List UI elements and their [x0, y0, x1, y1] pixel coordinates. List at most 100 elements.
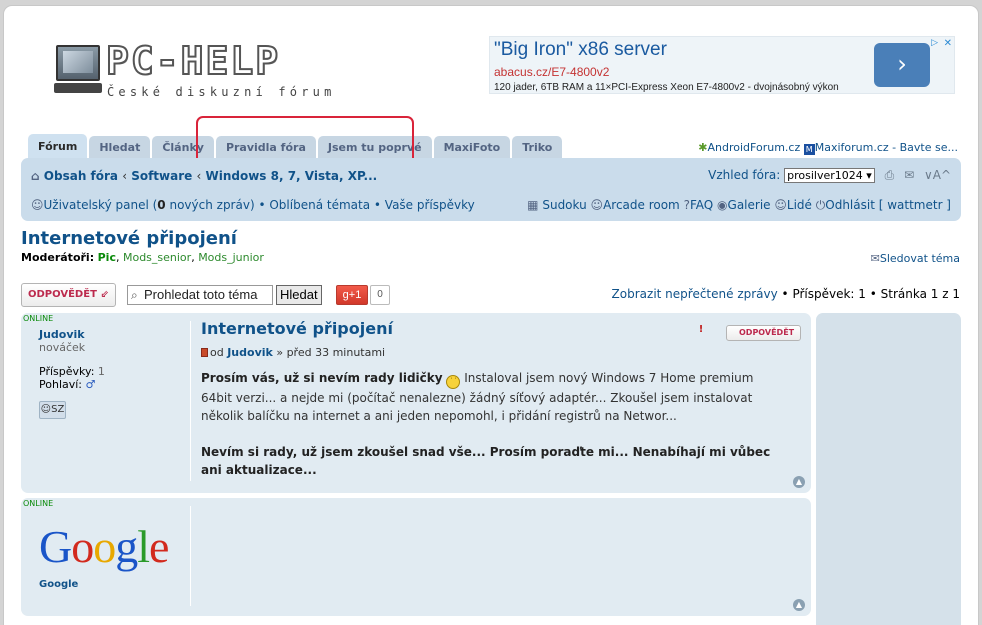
- logo-letter: g: [115, 521, 138, 572]
- favorites-link[interactable]: Oblíbená témata: [269, 198, 370, 212]
- android-icon: ✱: [698, 141, 708, 154]
- post-text-bold-2: Nevím si rady, už jsem zkoušel snad vše.…: [201, 445, 771, 477]
- gallery-icon: ◉: [717, 198, 728, 212]
- watch-topic[interactable]: ✉Sledovat téma: [871, 252, 960, 265]
- site-logo[interactable]: PC-HELP České diskuzní fórum: [54, 38, 354, 103]
- post-title[interactable]: Internetové připojení: [201, 319, 801, 338]
- author-gender-label: Pohlaví:: [39, 378, 83, 391]
- breadcrumb: ⌂ Obsah fóra ‹ Software ‹ Windows 8, 7, …: [31, 169, 377, 183]
- post-meta-prefix: od: [210, 346, 224, 359]
- author-posts-value: 1: [97, 365, 105, 378]
- print-icon[interactable]: ⎙: [885, 168, 895, 182]
- breadcrumb-software[interactable]: Software: [131, 169, 192, 183]
- gallery-link[interactable]: Galerie: [728, 198, 771, 212]
- post-meta: od Judovik » před 33 minutami: [201, 346, 801, 359]
- users-link[interactable]: Lidé: [787, 198, 812, 212]
- partner-links: ✱AndroidForum.cz M Maxiforum.cz - Bavte s…: [698, 141, 958, 155]
- post-profile: Google Google: [21, 506, 191, 606]
- maxiforum-icon: M: [803, 144, 815, 155]
- moderator-senior[interactable]: Mods_senior: [123, 251, 191, 264]
- adchoices-icon[interactable]: ▷: [931, 38, 938, 48]
- email-icon[interactable]: ✉: [904, 168, 914, 182]
- bullet: •: [373, 198, 381, 212]
- moderators-label: Moderátoři:: [21, 251, 95, 264]
- author-link[interactable]: Google: [39, 579, 78, 590]
- private-message-button[interactable]: ☺SZ: [39, 401, 66, 419]
- logo-letter: l: [137, 521, 150, 572]
- author-link[interactable]: Judovik: [39, 328, 85, 341]
- ad-close-icon[interactable]: ✕: [944, 38, 952, 49]
- search-input[interactable]: [144, 287, 272, 302]
- search-button[interactable]: Hledat: [276, 285, 322, 305]
- user-icon: ☺: [40, 404, 52, 415]
- pm-label: SZ: [51, 404, 65, 415]
- keyboard-icon: [54, 83, 102, 93]
- post: ONLINE Google Google ▲: [21, 498, 811, 616]
- gplus-button[interactable]: g+1: [336, 285, 368, 305]
- breadcrumb-windows[interactable]: Windows 8, 7, Vista, XP...: [205, 169, 377, 183]
- back-to-top-icon[interactable]: ▲: [793, 599, 805, 611]
- ad-description: 120 jader, 6TB RAM a 11×PCI-Express Xeon…: [494, 82, 839, 93]
- moderators: Moderátoři: Pic, Mods_senior, Mods_junio…: [21, 251, 264, 264]
- your-posts-link[interactable]: Vaše příspěvky: [385, 198, 475, 212]
- author-gender: Pohlaví: ♂: [39, 378, 95, 391]
- bullet: •: [869, 287, 877, 301]
- author-posts-label: Příspěvky:: [39, 365, 95, 378]
- tab-forum[interactable]: Fórum: [28, 134, 88, 160]
- back-to-top-icon[interactable]: ▲: [793, 476, 805, 488]
- font-size-icon[interactable]: ∨A^: [924, 168, 951, 182]
- unread-link[interactable]: Zobrazit nepřečtené zprávy: [612, 287, 778, 301]
- arcade-link[interactable]: Arcade room: [603, 198, 680, 212]
- reply-icon: ⇙: [100, 289, 109, 300]
- bullet: •: [781, 287, 789, 301]
- sudoku-icon: ▦: [527, 198, 539, 212]
- post-text-bold: Prosím vás, už si nevím rady lidičky: [201, 371, 443, 385]
- reply-label: ODPOVĚDĚT: [28, 289, 97, 300]
- moderator-pic[interactable]: Pic: [98, 251, 116, 264]
- maxiforum-link[interactable]: Maxiforum.cz - Bavte se...: [815, 141, 958, 154]
- navbar: ⌂ Obsah fóra ‹ Software ‹ Windows 8, 7, …: [21, 158, 961, 221]
- page-indicator: Stránka 1 z 1: [880, 287, 960, 301]
- pagination: Zobrazit nepřečtené zprávy • Příspěvek: …: [612, 287, 960, 301]
- style-select[interactable]: prosilver1024 ▾: [784, 168, 875, 183]
- confused-smiley-icon: ˙˙: [446, 375, 461, 389]
- post-author-link[interactable]: Judovik: [227, 346, 273, 359]
- moderator-junior[interactable]: Mods_junior: [198, 251, 264, 264]
- users-icon: ☺: [774, 198, 787, 212]
- style-label: Vzhled fóra:: [708, 168, 781, 182]
- breadcrumb-separator: ‹: [122, 169, 128, 183]
- user-nav: ☺Uživatelský panel (0 nových zpráv) • Ob…: [31, 198, 475, 212]
- post: ONLINE Judovik nováček Příspěvky: 1 Pohl…: [21, 313, 811, 493]
- logo-letter: o: [71, 521, 94, 572]
- page-title[interactable]: Internetové připojení: [21, 228, 237, 249]
- ad-url[interactable]: abacus.cz/E7-4800v2: [494, 65, 609, 79]
- logo-letter: o: [93, 521, 116, 572]
- tab-search[interactable]: Hledat: [89, 136, 151, 160]
- google-logo: Google: [39, 520, 169, 573]
- user-panel-suffix: nových zpráv): [165, 198, 255, 212]
- browser-page: PC-HELP České diskuzní fórum "Big Iron" …: [3, 5, 979, 625]
- style-switcher: Vzhled fóra: prosilver1024 ▾ ⎙ ✉ ∨A^: [708, 168, 951, 183]
- tab-triko[interactable]: Triko: [512, 136, 563, 160]
- logout-link[interactable]: Odhlásit [ wattmetr ]: [825, 198, 951, 212]
- ad-open-button[interactable]: ›: [874, 43, 930, 87]
- style-select-value: prosilver1024: [787, 169, 863, 182]
- faq-link[interactable]: FAQ: [690, 198, 713, 212]
- post-count: Příspěvek: 1: [792, 287, 866, 301]
- androidforum-link[interactable]: AndroidForum.cz: [708, 141, 801, 154]
- post-time: » před 33 minutami: [276, 346, 386, 359]
- computer-icon: [56, 45, 100, 81]
- ad-title[interactable]: "Big Iron" x86 server: [494, 39, 667, 61]
- breadcrumb-index[interactable]: Obsah fóra: [44, 169, 118, 183]
- logo-text: PC-HELP: [105, 38, 281, 84]
- sudoku-link[interactable]: Sudoku: [542, 198, 586, 212]
- site-nav: ▦ Sudoku ☺Arcade room ?FAQ ◉Galerie ☺Lid…: [527, 198, 951, 213]
- post-profile: Judovik nováček Příspěvky: 1 Pohlaví: ♂ …: [21, 321, 191, 481]
- logo-tagline: České diskuzní fórum: [107, 85, 336, 99]
- post-icon[interactable]: [201, 348, 208, 357]
- ad-banner[interactable]: "Big Iron" x86 server abacus.cz/E7-4800v…: [489, 36, 955, 94]
- reply-button[interactable]: ODPOVĚDĚT ⇙: [21, 283, 116, 307]
- tab-maxifoto[interactable]: MaxiFoto: [433, 136, 511, 160]
- gplus-count: 0: [370, 285, 390, 305]
- user-panel-link[interactable]: Uživatelský panel (0 nových zpráv): [44, 198, 255, 212]
